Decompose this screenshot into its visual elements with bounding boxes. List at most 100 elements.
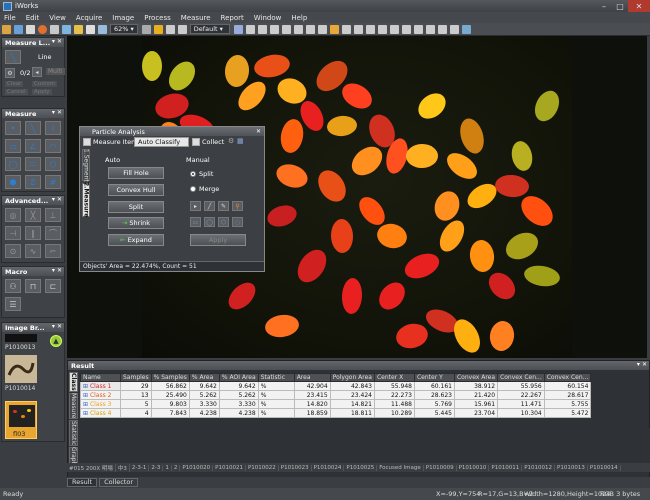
macro-record-icon[interactable]: ⚇ [5, 279, 21, 293]
pin-close-icon[interactable]: ▾ ✕ [52, 109, 62, 116]
curve-measure-icon[interactable]: ☡ [25, 175, 41, 189]
thumbnail-selected[interactable]: fl03 [5, 401, 37, 439]
curve-tool-icon[interactable] [293, 24, 303, 34]
pin-close-icon[interactable]: ▾ ✕ [52, 38, 62, 45]
cancel-button[interactable]: Cancel [5, 89, 28, 95]
save-icon[interactable] [14, 24, 23, 34]
copy-icon[interactable] [26, 24, 35, 34]
menu-help[interactable]: Help [291, 14, 307, 22]
prev-icon[interactable]: ◂ [32, 67, 42, 77]
filmstrip-item[interactable]: P1010012 [522, 464, 556, 471]
tab-measure[interactable]: 2.Measure [82, 182, 90, 218]
collect-settings-icon[interactable]: ⚙ [228, 137, 234, 145]
line-measure-icon[interactable]: ╲ [25, 121, 41, 135]
filmstrip-item[interactable]: 2-3-1 [130, 464, 150, 471]
table-icon[interactable]: ▦ [237, 137, 244, 145]
column-header[interactable]: % AOI Area [218, 373, 259, 382]
arc-measure-icon[interactable]: ◠ [45, 139, 61, 153]
table-row[interactable]: ⊞ Class 3 5 9.803 3.330 3.330% 14.820 14.821 11… [80, 399, 592, 409]
column-header[interactable]: % Samples [150, 373, 190, 382]
convex-hull-button[interactable]: Convex Hull [108, 184, 164, 196]
column-header[interactable]: Polygon Area [329, 373, 375, 382]
split-button[interactable]: Split [108, 201, 164, 213]
parallel-icon[interactable]: ∥ [25, 226, 41, 240]
annotation-icon[interactable] [449, 24, 459, 34]
arc-fit-icon[interactable]: ⌒ [45, 226, 61, 240]
text-tool-icon[interactable] [413, 24, 423, 34]
thumbnail-image[interactable] [5, 355, 37, 383]
expand-icon[interactable]: ⊞ [83, 383, 90, 390]
filmstrip-item[interactable]: P1010011 [489, 464, 523, 471]
cross-icon[interactable]: ╳ [25, 208, 41, 222]
filmstrip-item[interactable]: P1010020 [180, 464, 214, 471]
expand-button[interactable]: ⇤ Expand [108, 234, 164, 246]
rect-select-icon[interactable]: ▭ [190, 217, 201, 227]
settings-icon[interactable]: ⚙ [5, 68, 15, 78]
filmstrip-item[interactable]: P1010023 [279, 464, 312, 471]
ellipse-select-icon[interactable]: ◯ [204, 217, 215, 227]
custom-button[interactable]: Custom [32, 81, 58, 87]
filmstrip-item[interactable]: P1010024 [312, 464, 345, 471]
pencil-icon[interactable] [329, 24, 339, 34]
zoom-select[interactable]: 62% ▾ [110, 24, 138, 34]
column-header[interactable]: Name [80, 373, 121, 382]
pin-close-icon[interactable]: ▾ ✕ [52, 196, 62, 203]
apply-button[interactable]: Apply [190, 234, 246, 246]
polygon-measure-icon[interactable]: ⬡ [45, 157, 61, 171]
point-tool-icon[interactable] [317, 24, 327, 34]
menu-edit[interactable]: Edit [26, 14, 40, 22]
filmstrip-item[interactable]: 2 [172, 464, 181, 471]
scale-bar-icon[interactable] [437, 24, 447, 34]
maximize-icon[interactable]: □ [612, 0, 628, 12]
column-header[interactable]: Convex Cen... [497, 373, 545, 382]
ellipse-measure-icon[interactable]: ◯ [5, 157, 21, 171]
merge-radio[interactable] [190, 186, 196, 192]
menu-measure[interactable]: Measure [181, 14, 211, 22]
minimize-icon[interactable]: – [596, 0, 612, 12]
fit-icon[interactable] [153, 24, 163, 34]
poly-select-icon[interactable]: ⬡ [218, 217, 229, 227]
filmstrip-item[interactable]: P1010025 [344, 464, 378, 471]
column-header[interactable]: Center X [373, 373, 415, 382]
menu-window[interactable]: Window [254, 14, 282, 22]
zoom-in-icon[interactable] [98, 24, 107, 34]
measure-item-select[interactable]: Auto Classify [134, 137, 189, 147]
menu-acquire[interactable]: Acquire [76, 14, 102, 22]
tab-result[interactable]: Result [67, 477, 98, 487]
column-header[interactable]: Area [293, 373, 331, 382]
close-icon[interactable]: ✕ [628, 0, 650, 12]
column-header[interactable]: Samples [120, 373, 152, 382]
class-name-cell[interactable]: ⊞ Class 3 [80, 399, 121, 409]
pin-close-icon[interactable]: ▾ ✕ [52, 267, 62, 274]
multi-button[interactable]: Multi [46, 68, 65, 75]
rect-tool-icon[interactable] [245, 24, 255, 34]
class-name-cell[interactable]: ⊞ Class 4 [80, 408, 121, 418]
expand-icon[interactable]: ⊞ [83, 410, 90, 417]
filmstrip-item[interactable]: P1010010 [457, 464, 490, 471]
menu-file[interactable]: File [4, 14, 16, 22]
pointer-icon[interactable]: ▸ [190, 201, 201, 211]
round-rect-icon[interactable] [377, 24, 387, 34]
menu-process[interactable]: Process [144, 14, 171, 22]
expand-icon[interactable]: ⊞ [83, 392, 90, 399]
hand-icon[interactable] [177, 24, 187, 34]
class-name-cell[interactable]: ⊞ Class 2 [80, 390, 121, 400]
menu-report[interactable]: Report [221, 14, 244, 22]
expand-icon[interactable]: ⊞ [83, 401, 90, 408]
collect-checkbox[interactable] [192, 138, 200, 146]
filmstrip-item[interactable]: P1010022 [246, 464, 279, 471]
circle-fit-icon[interactable]: ◎ [5, 208, 21, 222]
actual-size-icon[interactable] [165, 24, 175, 34]
free-select-icon[interactable]: ◌ [232, 217, 243, 227]
clear-button[interactable]: Clear [5, 81, 24, 87]
ellipse-tool-icon[interactable] [257, 24, 267, 34]
table-row[interactable]: ⊞ Class 4 4 7.843 4.238 4.238% 18.859 18.811 10… [80, 408, 592, 418]
distance-icon[interactable]: ⊣ [5, 226, 21, 240]
pin-close-icon[interactable]: ▾ ✕ [637, 361, 647, 368]
split-radio[interactable] [190, 171, 196, 177]
perpendicular-icon[interactable]: ⊥ [45, 208, 61, 222]
tab-statistic[interactable]: Statistic [69, 420, 78, 446]
point-measure-icon[interactable]: • [5, 121, 21, 135]
polyline-measure-icon[interactable]: ⌇ [45, 121, 61, 135]
column-header[interactable]: % Area [188, 373, 220, 382]
